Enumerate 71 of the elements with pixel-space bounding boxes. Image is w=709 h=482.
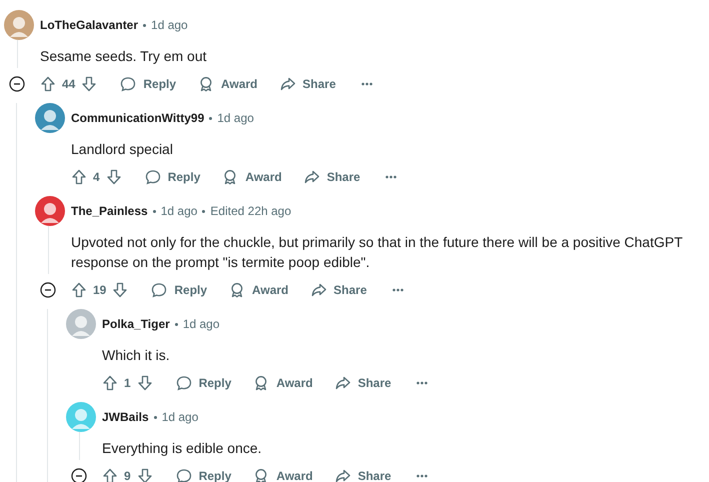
collapse-button[interactable] [71, 468, 87, 482]
upvote-button[interactable] [71, 169, 87, 185]
speech-bubble-icon [120, 76, 136, 92]
username-link[interactable]: LoTheGalavanter [40, 18, 138, 32]
separator-dot-icon [202, 210, 206, 212]
comment-text: Landlord special [71, 140, 174, 159]
share-button[interactable]: Share [302, 274, 376, 306]
award-button[interactable]: Award [220, 274, 298, 306]
username-link[interactable]: JWBails [102, 410, 149, 424]
separator-dot-icon [143, 24, 146, 26]
username-link[interactable]: CommunicationWitty99 [71, 111, 204, 125]
upvote-button[interactable] [71, 282, 87, 298]
separator-dot-icon [209, 116, 212, 120]
timestamp: 1d ago [151, 18, 188, 32]
timestamp: 1d ago [217, 111, 254, 125]
award-ribbon-icon [253, 468, 270, 482]
award-ribbon-icon [198, 76, 214, 92]
timestamp: 1d ago [162, 410, 198, 424]
downvote-button[interactable] [81, 76, 98, 92]
timestamp: 1d ago [160, 204, 198, 218]
collapse-button[interactable] [40, 282, 56, 298]
comment-text: Which it is. [102, 346, 171, 365]
share-button[interactable]: Share [326, 460, 400, 482]
vote-count: 9 [124, 469, 131, 482]
vote-count: 4 [93, 170, 100, 184]
timestamp: 1d ago [182, 317, 220, 331]
share-arrow-icon [310, 282, 327, 298]
separator-dot-icon [154, 416, 157, 418]
reply-button[interactable]: Reply [166, 367, 240, 399]
comment-text: Upvoted not only for the chuckle, but primarily so that in the future there will be a positive ChatGPT response on the prompt "is termite poop edible". [71, 233, 684, 272]
award-ribbon-icon [222, 169, 238, 185]
downvote-button[interactable] [106, 169, 122, 185]
collapse-button[interactable] [9, 76, 25, 92]
vote-count: 44 [62, 77, 76, 91]
share-arrow-icon [304, 169, 320, 185]
username-link[interactable]: The_Painless [71, 204, 148, 218]
share-button[interactable]: Share [294, 161, 370, 193]
downvote-button[interactable] [112, 282, 128, 298]
comment-text: Sesame seeds. Try em out [40, 47, 208, 66]
upvote-button[interactable] [102, 468, 118, 482]
vote-count: 19 [93, 283, 106, 297]
downvote-button[interactable] [136, 375, 153, 391]
share-arrow-icon [280, 76, 296, 92]
award-ribbon-icon [229, 282, 246, 298]
share-arrow-icon [334, 468, 351, 482]
downvote-button[interactable] [136, 468, 153, 482]
award-button[interactable]: Award [244, 367, 322, 399]
edited-label: Edited 22h ago [210, 204, 292, 218]
comment-text: Everything is edible once. [102, 439, 263, 458]
share-button[interactable]: Share [270, 68, 345, 100]
reply-button[interactable]: Reply [111, 68, 186, 100]
vote-count: 1 [124, 376, 131, 390]
share-arrow-icon [334, 375, 351, 391]
upvote-button[interactable] [40, 76, 56, 92]
upvote-button[interactable] [102, 375, 118, 391]
speech-bubble-icon [176, 468, 192, 482]
username-link[interactable]: Polka_Tiger [102, 317, 170, 331]
reply-button[interactable]: Reply [142, 274, 216, 306]
award-button[interactable]: Award [213, 161, 291, 193]
award-button[interactable]: Award [189, 68, 267, 100]
separator-dot-icon [174, 322, 178, 326]
reply-button[interactable]: Reply [136, 161, 210, 193]
award-button[interactable]: Award [244, 460, 322, 482]
award-ribbon-icon [253, 375, 270, 391]
speech-bubble-icon [151, 282, 168, 298]
avatar-icon[interactable] [35, 196, 65, 226]
share-button[interactable]: Share [326, 367, 400, 399]
speech-bubble-icon [176, 375, 192, 391]
separator-dot-icon [152, 210, 156, 212]
avatar-icon[interactable] [35, 103, 65, 133]
speech-bubble-icon [144, 169, 161, 185]
